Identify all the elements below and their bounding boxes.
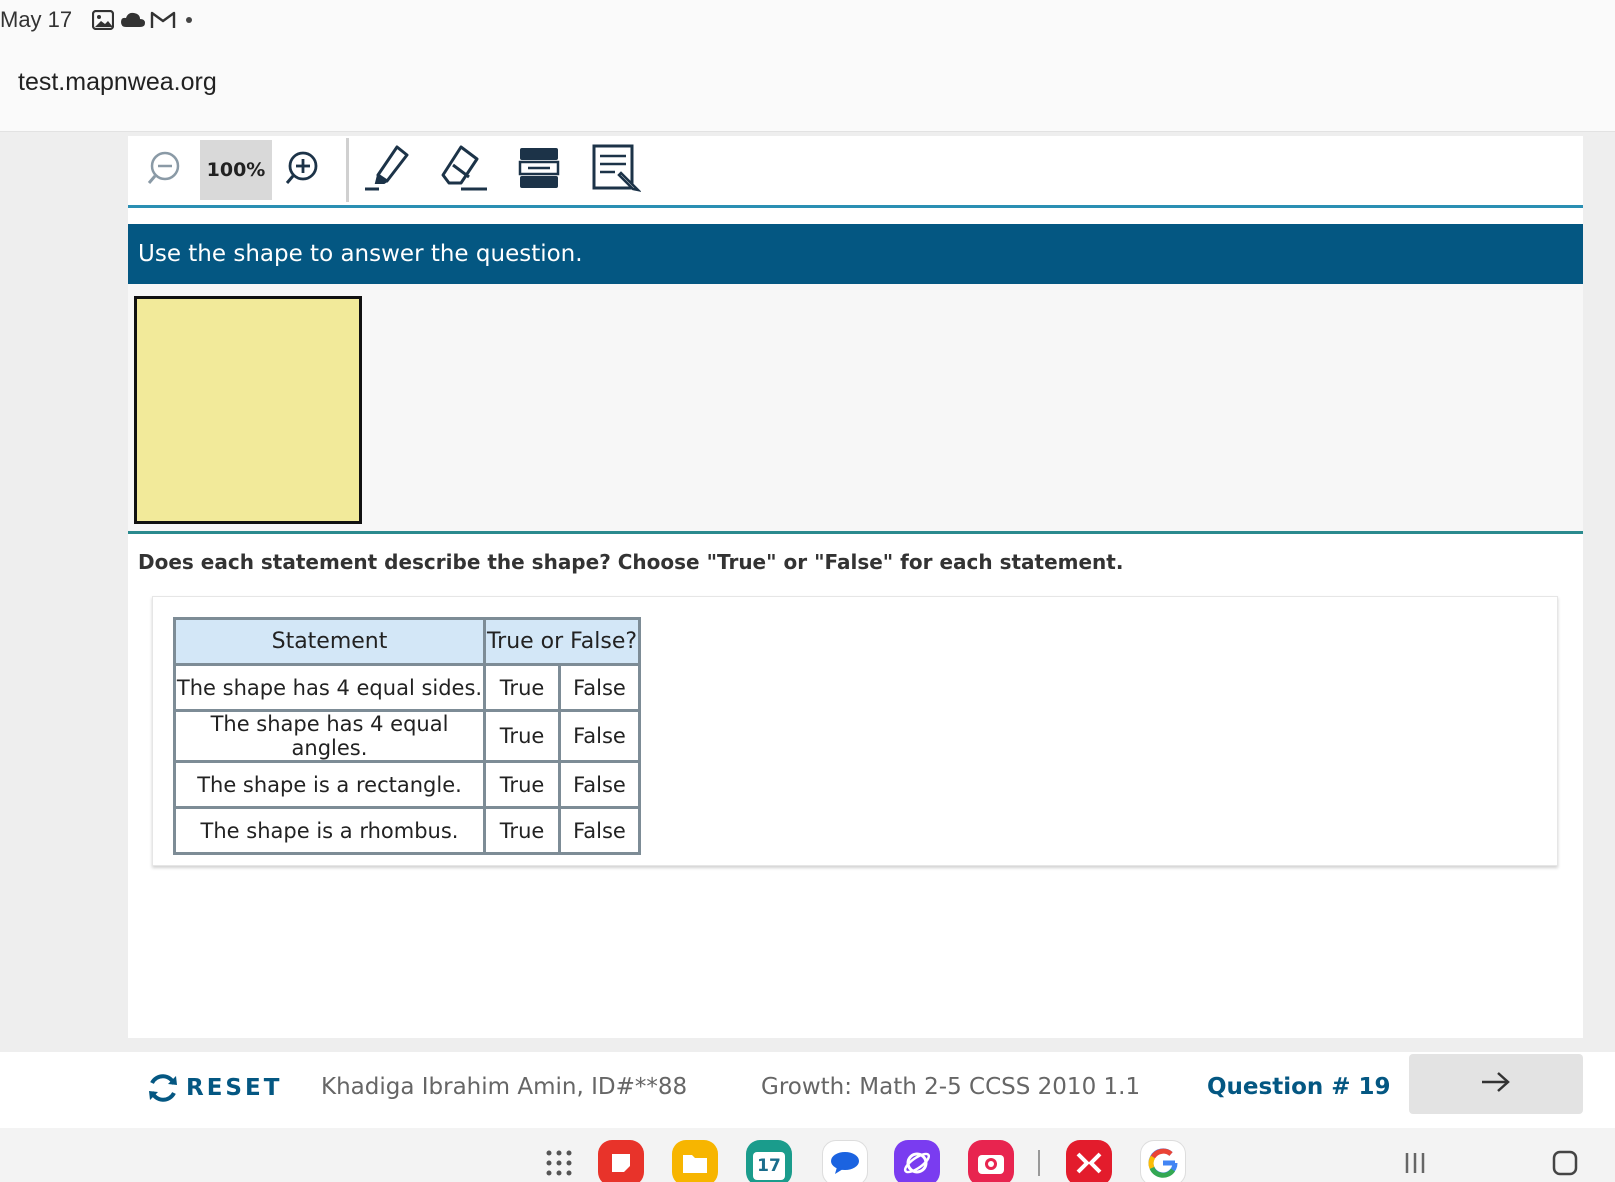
zoom-level: 100% — [200, 140, 272, 200]
true-option[interactable]: True — [483, 806, 561, 855]
stimulus-area — [128, 284, 1583, 534]
test-panel: 100% Use the shape to answer the questio… — [128, 136, 1583, 1038]
google-app-icon[interactable] — [1140, 1140, 1186, 1182]
instruction-banner: Use the shape to answer the question. — [128, 224, 1583, 284]
status-date: May 17 — [0, 7, 73, 32]
recents-icon[interactable] — [1392, 1140, 1438, 1182]
question-prompt: Does each statement describe the shape? … — [138, 550, 1124, 574]
table-row: The shape is a rhombus. True False — [173, 806, 641, 855]
false-option[interactable]: False — [558, 806, 641, 855]
reset-icon — [146, 1071, 180, 1105]
statement-cell: The shape is a rhombus. — [173, 806, 486, 855]
status-bar: May 17 — [0, 0, 1615, 40]
header-true-or-false: True or False? — [483, 617, 641, 666]
camera-app-icon[interactable] — [968, 1140, 1014, 1182]
test-name: Growth: Math 2-5 CCSS 2010 1.1 — [761, 1074, 1141, 1100]
true-option[interactable]: True — [483, 709, 561, 763]
line-reader-icon — [518, 144, 560, 196]
zoom-in-button[interactable] — [278, 140, 324, 200]
notification-dot — [186, 17, 193, 23]
eraser-button[interactable] — [436, 140, 492, 200]
toolbar-divider — [346, 138, 349, 202]
gallery-icon — [90, 9, 116, 31]
files-app-icon[interactable] — [672, 1140, 718, 1182]
statement-cell: The shape is a rectangle. — [173, 760, 486, 809]
false-option[interactable]: False — [558, 709, 641, 763]
table-row: The shape has 4 equal sides. True False — [173, 663, 641, 712]
eraser-icon — [439, 143, 489, 197]
highlighter-button[interactable] — [360, 140, 416, 200]
gmail-icon — [150, 9, 176, 31]
false-option[interactable]: False — [558, 760, 641, 809]
url-text[interactable]: test.mapnwea.org — [18, 68, 217, 97]
notepad-icon — [591, 143, 642, 197]
home-icon[interactable] — [1542, 1140, 1588, 1182]
reset-label: RESET — [186, 1075, 283, 1101]
false-option[interactable]: False — [558, 663, 641, 712]
statement-cell: The shape has 4 equal angles. — [173, 709, 486, 763]
calendar-app-icon[interactable]: 17 — [746, 1140, 792, 1182]
internet-app-icon[interactable] — [894, 1140, 940, 1182]
table-row: The shape has 4 equal angles. True False — [173, 709, 641, 763]
true-option[interactable]: True — [483, 663, 561, 712]
app-drawer-icon[interactable] — [536, 1140, 582, 1182]
yellow-square-shape — [134, 296, 362, 524]
instruction-text: Use the shape to answer the question. — [138, 241, 583, 267]
arrow-right-icon — [1480, 1070, 1512, 1098]
true-option[interactable]: True — [483, 760, 561, 809]
question-number: Question # 19 — [1207, 1074, 1391, 1100]
notepad-button[interactable] — [588, 140, 644, 200]
header-statement: Statement — [173, 617, 486, 666]
x-app-icon[interactable] — [1066, 1140, 1112, 1182]
cloud-icon — [120, 9, 146, 31]
nav-divider — [1038, 1150, 1040, 1176]
calendar-day: 17 — [753, 1152, 785, 1180]
toolbar: 100% — [128, 136, 1583, 208]
zoom-out-button[interactable] — [142, 140, 188, 200]
highlighter-icon — [363, 143, 413, 197]
true-false-table: Statement True or False? The shape has 4… — [173, 617, 641, 855]
student-info: Khadiga Ibrahim Amin, ID#**88 — [321, 1074, 688, 1100]
table-row: The shape is a rectangle. True False — [173, 760, 641, 809]
answer-area: Statement True or False? The shape has 4… — [152, 596, 1558, 866]
zoom-in-icon — [282, 149, 320, 191]
notes-app-icon[interactable] — [598, 1140, 644, 1182]
statement-cell: The shape has 4 equal sides. — [173, 663, 486, 712]
zoom-out-icon — [146, 149, 184, 191]
android-nav-bar: 17 — [0, 1128, 1615, 1182]
address-bar: test.mapnwea.org — [0, 40, 1615, 132]
messages-app-icon[interactable] — [822, 1140, 868, 1182]
test-footer: RESET Khadiga Ibrahim Amin, ID#**88 Grow… — [0, 1052, 1615, 1128]
next-button[interactable] — [1409, 1054, 1583, 1114]
line-reader-button[interactable] — [514, 140, 564, 200]
reset-button[interactable]: RESET — [146, 1066, 282, 1110]
